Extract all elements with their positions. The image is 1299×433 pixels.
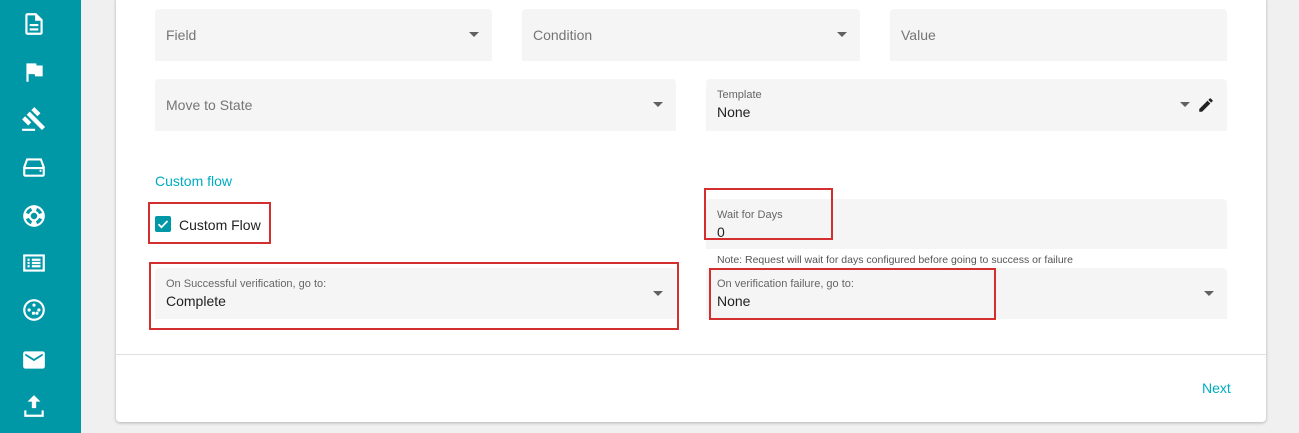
chevron-down-icon: [837, 32, 847, 37]
form-card: Field Condition Value Move to State Temp…: [116, 0, 1266, 422]
on-success-label: On Successful verification, go to:: [166, 278, 327, 290]
wait-for-days-input[interactable]: Wait for Days 0: [706, 199, 1227, 249]
check-icon: [157, 220, 169, 229]
next-button[interactable]: Next: [1202, 380, 1231, 396]
chevron-down-icon: [653, 102, 663, 107]
move-to-state-select[interactable]: Move to State: [155, 79, 676, 131]
flag-icon[interactable]: [21, 59, 47, 85]
sidebar: [0, 0, 81, 433]
value-placeholder: Value: [901, 27, 936, 43]
settings-wheel-icon[interactable]: [21, 297, 47, 323]
move-to-state-placeholder: Move to State: [166, 97, 253, 113]
wait-for-days-label: Wait for Days: [717, 209, 783, 221]
document-icon[interactable]: [21, 11, 47, 37]
condition-select[interactable]: Condition: [522, 9, 860, 61]
chevron-down-icon: [1180, 102, 1190, 107]
custom-flow-checkbox[interactable]: [155, 216, 171, 232]
field-placeholder: Field: [166, 27, 197, 43]
upload-icon[interactable]: [21, 393, 47, 419]
gavel-icon[interactable]: [21, 106, 47, 132]
chevron-down-icon: [469, 32, 479, 37]
template-select[interactable]: Template None: [706, 79, 1227, 131]
inbox-icon[interactable]: [21, 154, 47, 180]
mail-icon[interactable]: [21, 347, 47, 373]
template-label: Template: [717, 89, 762, 101]
on-failure-select[interactable]: On verification failure, go to: None: [706, 268, 1227, 319]
custom-flow-section-title: Custom flow: [155, 173, 233, 189]
chevron-down-icon: [653, 290, 663, 296]
chevron-down-icon: [1204, 290, 1214, 296]
lifebuoy-icon[interactable]: [21, 203, 47, 229]
wait-note: Note: Request will wait for days configu…: [717, 254, 1074, 266]
value-input[interactable]: Value: [890, 9, 1227, 61]
list-icon[interactable]: [21, 250, 47, 276]
pencil-icon[interactable]: [1197, 96, 1215, 114]
condition-placeholder: Condition: [533, 27, 593, 43]
footer-divider: [116, 354, 1266, 355]
on-failure-value: None: [717, 293, 751, 309]
template-value: None: [717, 104, 751, 120]
on-success-value: Complete: [166, 293, 226, 309]
field-select[interactable]: Field: [155, 9, 492, 61]
on-success-select[interactable]: On Successful verification, go to: Compl…: [155, 268, 676, 319]
on-failure-label: On verification failure, go to:: [717, 278, 854, 290]
wait-for-days-value: 0: [717, 224, 725, 240]
custom-flow-checkbox-label[interactable]: Custom Flow: [179, 217, 261, 233]
